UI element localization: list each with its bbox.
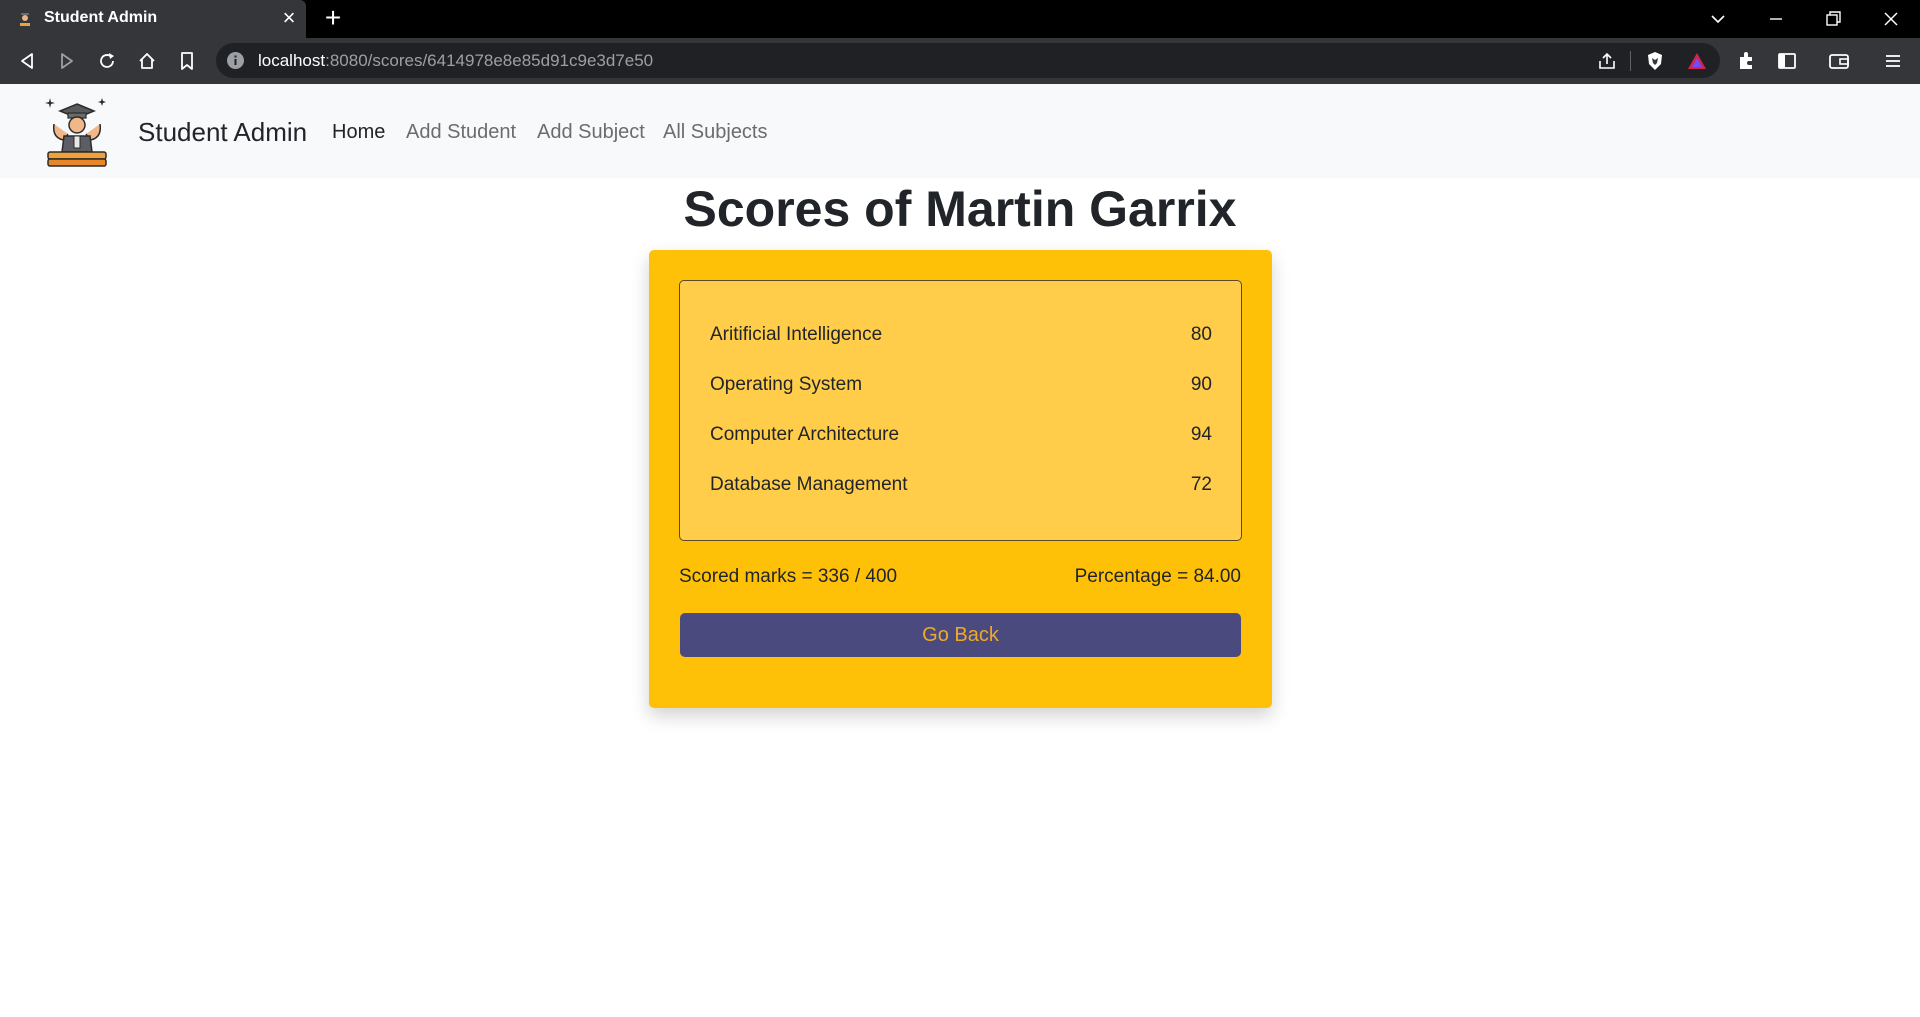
score-row: Aritificial Intelligence 80 (710, 324, 1212, 354)
home-icon[interactable] (134, 48, 160, 74)
tab-search-chevron-icon[interactable] (1705, 6, 1731, 32)
score-row: Operating System 90 (710, 374, 1212, 404)
brave-rewards-icon[interactable] (1686, 50, 1708, 72)
browser-toolbar: localhost:8080/scores/6414978e8e85d91c9e… (0, 38, 1920, 84)
reload-icon[interactable] (94, 48, 120, 74)
site-info-icon[interactable] (226, 51, 245, 70)
subject-name: Operating System (710, 374, 863, 395)
browser-tab[interactable]: Student Admin × (0, 0, 306, 38)
bookmark-icon[interactable] (174, 48, 200, 74)
go-back-button[interactable]: Go Back (680, 613, 1241, 657)
browser-tab-strip: Student Admin × + (0, 0, 1920, 38)
scores-card: Aritificial Intelligence 80 Operating Sy… (649, 250, 1272, 708)
graduate-logo-icon[interactable] (44, 94, 110, 168)
nav-link-home[interactable]: Home (332, 121, 385, 144)
url-path: :8080/scores/6414978e8e85d91c9e3d7e50 (325, 51, 654, 70)
scored-marks-text: Scored marks = 336 / 400 (679, 566, 898, 587)
url-host: localhost (258, 51, 326, 70)
navbar: Student Admin Home Add Student Add Subje… (0, 84, 1920, 178)
restore-icon[interactable] (1820, 6, 1846, 32)
graduate-favicon-icon (20, 13, 30, 26)
url-text: localhost:8080/scores/6414978e8e85d91c9e… (258, 51, 653, 71)
score-row: Database Management 72 (710, 474, 1212, 504)
wallet-icon[interactable] (1826, 48, 1852, 74)
close-window-icon[interactable] (1878, 6, 1904, 32)
sidebar-icon[interactable] (1774, 48, 1800, 74)
navbar-brand[interactable]: Student Admin (138, 117, 307, 148)
nav-link-add-student[interactable]: Add Student (406, 121, 516, 144)
page-title: Scores of Martin Garrix (683, 181, 1237, 237)
percentage-text: Percentage = 84.00 (1074, 566, 1241, 587)
extensions-icon[interactable] (1734, 48, 1760, 74)
new-tab-button[interactable]: + (320, 4, 346, 32)
subject-score: 90 (1190, 374, 1212, 395)
scores-list: Aritificial Intelligence 80 Operating Sy… (679, 280, 1242, 541)
subject-score: 72 (1190, 474, 1212, 495)
score-row: Computer Architecture 94 (710, 424, 1212, 454)
tab-title: Student Admin (44, 9, 158, 26)
subject-score: 94 (1190, 424, 1212, 445)
subject-score: 80 (1190, 324, 1212, 345)
address-bar-divider (1630, 51, 1631, 71)
subject-name: Database Management (710, 474, 908, 495)
tab-close-button[interactable]: × (279, 7, 299, 29)
address-bar[interactable]: localhost:8080/scores/6414978e8e85d91c9e… (216, 43, 1720, 78)
nav-link-all-subjects[interactable]: All Subjects (663, 121, 768, 144)
back-icon[interactable] (14, 48, 40, 74)
minimize-icon[interactable] (1763, 6, 1789, 32)
share-icon[interactable] (1596, 50, 1618, 72)
nav-link-add-subject[interactable]: Add Subject (537, 121, 645, 144)
brave-shields-icon[interactable] (1644, 50, 1666, 72)
menu-icon[interactable] (1880, 48, 1906, 74)
forward-icon[interactable] (54, 48, 80, 74)
subject-name: Computer Architecture (710, 424, 900, 445)
subject-name: Aritificial Intelligence (710, 324, 883, 345)
